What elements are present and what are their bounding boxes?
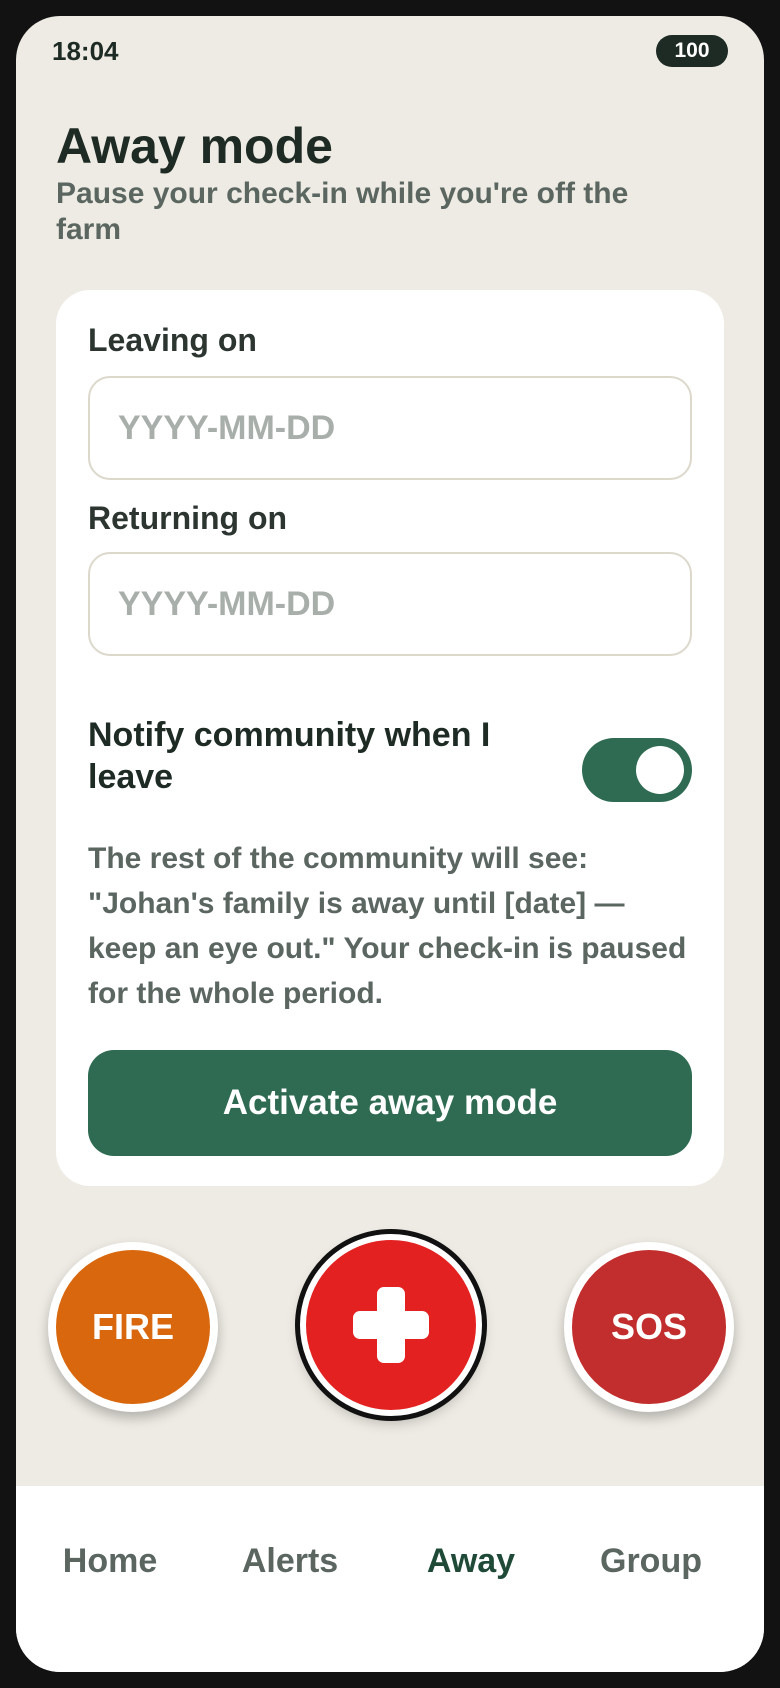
nav-item-alerts[interactable]: Alerts xyxy=(200,1542,380,1581)
nav-item-away[interactable]: Away xyxy=(381,1542,561,1581)
returning-on-label: Returning on xyxy=(88,500,288,536)
page-subtitle: Pause your check-in while you're off the… xyxy=(56,177,629,246)
away-mode-card: Leaving on Returning on Notify community… xyxy=(56,290,724,1186)
notify-community-toggle[interactable] xyxy=(582,738,692,802)
fire-alert-button[interactable]: FIRE xyxy=(48,1242,218,1412)
returning-on-date-input[interactable] xyxy=(88,552,692,656)
status-time: 18:04 xyxy=(52,36,119,66)
phone-screen: 18:04 100 Away mode Pause your check-in … xyxy=(16,16,764,1672)
status-bar: 18:04 100 xyxy=(16,16,764,86)
nav-item-home[interactable]: Home xyxy=(20,1542,200,1581)
notify-community-label: Notify community when I leave xyxy=(88,716,491,796)
bottom-nav: Home Alerts Away Group xyxy=(16,1486,764,1672)
activate-away-mode-button[interactable]: Activate away mode xyxy=(88,1050,692,1156)
sos-alert-button[interactable]: SOS xyxy=(564,1242,734,1412)
community-notice-text: The rest of the community will see: "Joh… xyxy=(88,842,687,1010)
leaving-on-date-input[interactable] xyxy=(88,376,692,480)
nav-item-group[interactable]: Group xyxy=(561,1542,741,1581)
toggle-knob xyxy=(636,746,684,794)
battery-indicator: 100 xyxy=(656,35,728,67)
leaving-on-label: Leaving on xyxy=(88,322,257,358)
medical-cross-icon xyxy=(353,1287,429,1363)
page-title: Away mode xyxy=(56,118,333,174)
medical-alert-button[interactable] xyxy=(300,1234,482,1416)
